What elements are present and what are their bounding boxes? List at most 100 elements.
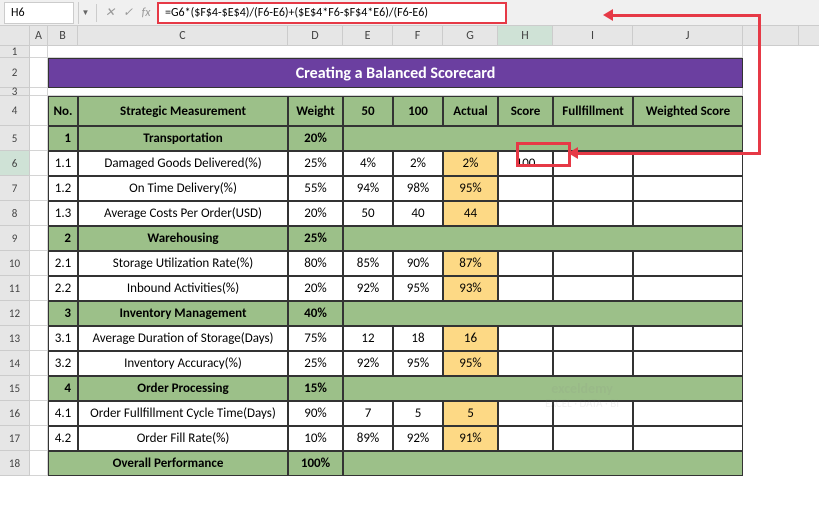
section-name[interactable]: Transportation: [78, 126, 288, 151]
data-no[interactable]: 1.3: [48, 201, 78, 226]
col-header-i[interactable]: I: [553, 26, 633, 45]
cell[interactable]: [30, 426, 48, 451]
cell[interactable]: [633, 401, 743, 426]
data-100[interactable]: 5: [393, 401, 443, 426]
col-header-e[interactable]: E: [343, 26, 393, 45]
section-name[interactable]: Inventory Management: [78, 301, 288, 326]
data-50[interactable]: 92%: [343, 276, 393, 301]
data-100[interactable]: 92%: [393, 426, 443, 451]
col-header-f[interactable]: F: [393, 26, 443, 45]
cell[interactable]: [553, 326, 633, 351]
select-all-corner[interactable]: [0, 26, 30, 45]
data-name[interactable]: Average Duration of Storage(Days): [78, 326, 288, 351]
data-score[interactable]: 100: [498, 151, 553, 176]
data-weight[interactable]: 25%: [288, 151, 343, 176]
section-weight[interactable]: 40%: [288, 301, 343, 326]
col-header-c[interactable]: C: [78, 26, 288, 45]
row-header[interactable]: 5: [0, 126, 30, 151]
cell[interactable]: [633, 326, 743, 351]
data-name[interactable]: Damaged Goods Delivered(%): [78, 151, 288, 176]
data-50[interactable]: 85%: [343, 251, 393, 276]
cancel-icon[interactable]: ✕: [101, 4, 119, 22]
data-actual[interactable]: 5: [443, 401, 498, 426]
cell[interactable]: [30, 58, 48, 88]
cell[interactable]: [633, 276, 743, 301]
row-header[interactable]: 3: [0, 88, 30, 96]
data-no[interactable]: 2.1: [48, 251, 78, 276]
cell[interactable]: [30, 151, 48, 176]
cell[interactable]: [498, 176, 553, 201]
section-weight[interactable]: 20%: [288, 126, 343, 151]
data-100[interactable]: 40: [393, 201, 443, 226]
header-score[interactable]: Score: [498, 96, 553, 126]
name-box[interactable]: H6: [4, 2, 74, 24]
data-no[interactable]: 3.1: [48, 326, 78, 351]
row-header[interactable]: 14: [0, 351, 30, 376]
data-name[interactable]: On Time Delivery(%): [78, 176, 288, 201]
cell[interactable]: [553, 176, 633, 201]
data-no[interactable]: 2.2: [48, 276, 78, 301]
cell[interactable]: [553, 426, 633, 451]
name-box-dropdown-icon[interactable]: ▼: [78, 2, 92, 24]
data-name[interactable]: Inventory Accuracy(%): [78, 351, 288, 376]
col-header-j[interactable]: J: [633, 26, 743, 45]
cell[interactable]: [30, 376, 48, 401]
data-name[interactable]: Order Fill Rate(%): [78, 426, 288, 451]
data-100[interactable]: 18: [393, 326, 443, 351]
cell[interactable]: [553, 351, 633, 376]
cell[interactable]: [343, 376, 743, 401]
cell[interactable]: [48, 46, 743, 58]
data-name[interactable]: Storage Utilization Rate(%): [78, 251, 288, 276]
data-100[interactable]: 95%: [393, 351, 443, 376]
overall-weight[interactable]: 100%: [288, 451, 343, 476]
header-100[interactable]: 100: [393, 96, 443, 126]
row-header[interactable]: 6: [0, 151, 30, 176]
cell[interactable]: [30, 401, 48, 426]
section-no[interactable]: 3: [48, 301, 78, 326]
header-50[interactable]: 50: [343, 96, 393, 126]
col-header-a[interactable]: A: [30, 26, 48, 45]
col-header-g[interactable]: G: [443, 26, 498, 45]
cell[interactable]: [498, 276, 553, 301]
data-no[interactable]: 1.2: [48, 176, 78, 201]
cell[interactable]: [30, 301, 48, 326]
data-no[interactable]: 4.1: [48, 401, 78, 426]
cell[interactable]: [30, 251, 48, 276]
col-header-d[interactable]: D: [288, 26, 343, 45]
cell[interactable]: [553, 276, 633, 301]
cell[interactable]: [633, 176, 743, 201]
row-header[interactable]: 16: [0, 401, 30, 426]
row-header[interactable]: 11: [0, 276, 30, 301]
row-header[interactable]: 15: [0, 376, 30, 401]
cell[interactable]: [633, 351, 743, 376]
data-weight[interactable]: 10%: [288, 426, 343, 451]
data-actual[interactable]: 2%: [443, 151, 498, 176]
section-name[interactable]: Warehousing: [78, 226, 288, 251]
cell[interactable]: [30, 126, 48, 151]
data-actual[interactable]: 44: [443, 201, 498, 226]
header-weighted-score[interactable]: Weighted Score: [633, 96, 743, 126]
cell[interactable]: [30, 451, 48, 476]
cell[interactable]: [553, 201, 633, 226]
data-actual[interactable]: 95%: [443, 351, 498, 376]
header-strategic-measurement[interactable]: Strategic Measurement: [78, 96, 288, 126]
data-100[interactable]: 95%: [393, 276, 443, 301]
row-header[interactable]: 7: [0, 176, 30, 201]
data-name[interactable]: Inbound Activities(%): [78, 276, 288, 301]
header-weight[interactable]: Weight: [288, 96, 343, 126]
cell[interactable]: [498, 251, 553, 276]
cell[interactable]: [498, 326, 553, 351]
section-no[interactable]: 1: [48, 126, 78, 151]
col-header-b[interactable]: B: [48, 26, 78, 45]
cell[interactable]: [30, 88, 48, 96]
title-cell[interactable]: Creating a Balanced Scorecard: [48, 58, 743, 88]
cell[interactable]: [633, 201, 743, 226]
cell[interactable]: [553, 251, 633, 276]
data-50[interactable]: 4%: [343, 151, 393, 176]
data-100[interactable]: 90%: [393, 251, 443, 276]
cell[interactable]: [633, 426, 743, 451]
header-no[interactable]: No.: [48, 96, 78, 126]
row-header[interactable]: 13: [0, 326, 30, 351]
data-weight[interactable]: 25%: [288, 351, 343, 376]
cell[interactable]: [30, 176, 48, 201]
